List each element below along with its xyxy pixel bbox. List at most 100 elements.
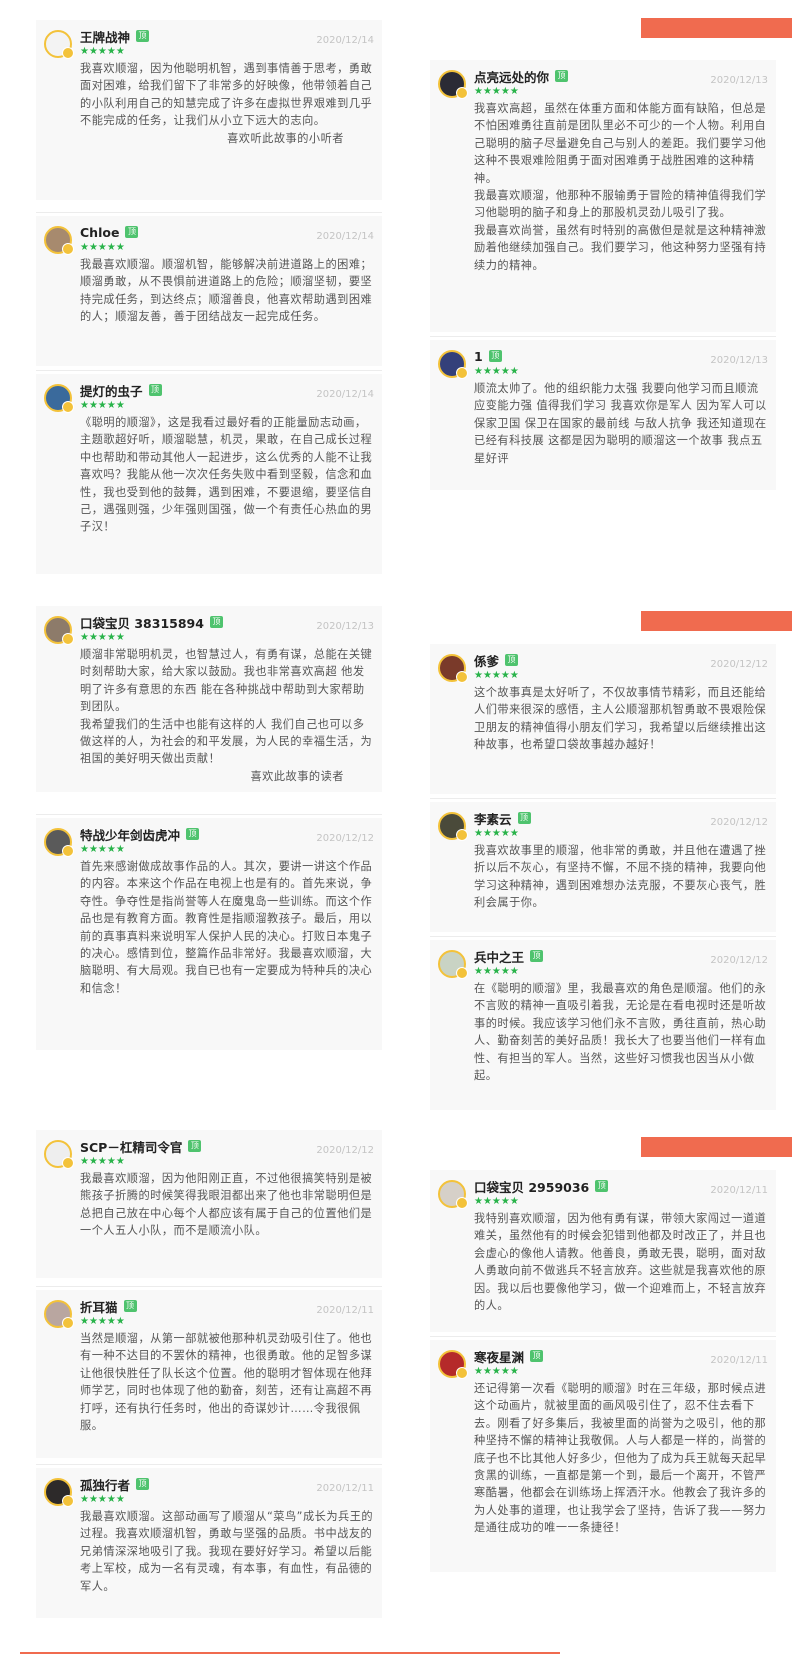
vip-icon: [456, 671, 468, 683]
username[interactable]: 1: [474, 349, 483, 364]
username[interactable]: 提灯的虫子: [80, 381, 143, 400]
review-text: 我最喜欢顺溜，因为他阳刚正直，不过他很搞笑特别是被熊孩子折腾的时候笑得我眼泪都出…: [80, 1172, 373, 1238]
avatar[interactable]: [438, 1350, 468, 1379]
avatar[interactable]: [438, 950, 468, 979]
accent-bar-3: [641, 1137, 792, 1157]
username[interactable]: Chloe: [80, 225, 119, 240]
star-rating: ★★★★★: [474, 966, 519, 977]
review-date: 2020/12/12: [316, 832, 374, 844]
avatar[interactable]: [44, 1478, 74, 1507]
review-date: 2020/12/12: [710, 658, 768, 670]
star-rating: ★★★★★: [474, 1366, 519, 1377]
review-text: 首先来感谢做成故事作品的人。其次，要讲一讲这个作品的内容。本来这个作品在电视上也…: [80, 860, 373, 995]
badge: 顶: [517, 812, 531, 824]
star-rating: ★★★★★: [80, 242, 125, 253]
divider: [36, 370, 382, 371]
review-card: Chloe 顶 2020/12/14 ★★★★★ 我最喜欢顺溜。顺溜机智，能够解…: [36, 216, 382, 366]
review-date: 2020/12/14: [316, 230, 374, 242]
review-text: 我喜欢顺溜，因为他聪明机智，遇到事情善于思考，勇敢面对困难，给我们留下了非常多的…: [80, 60, 374, 147]
avatar[interactable]: [44, 1140, 74, 1169]
review-date: 2020/12/13: [316, 620, 374, 632]
review-card: 点亮远处的你 顶 2020/12/13 ★★★★★ 我喜欢高超，虽然在体重方面和…: [430, 60, 776, 332]
vip-icon: [62, 633, 74, 645]
username[interactable]: 特战少年剑齿虎冲: [80, 825, 180, 844]
username[interactable]: SCP－杠精司令官: [80, 1137, 182, 1156]
avatar[interactable]: [438, 350, 468, 379]
username[interactable]: 孤独行者: [80, 1475, 130, 1494]
review-text: 还记得第一次看《聪明的顺溜》时在三年级，那时候点进这个动画片，就被里面的画风吸引…: [474, 1382, 767, 1535]
avatar[interactable]: [44, 384, 74, 413]
avatar[interactable]: [438, 654, 468, 683]
review-text: 当然是顺溜，从第一部就被他那种机灵劲吸引住了。他也有一种不达目的不罢休的精神，也…: [80, 1332, 373, 1433]
vip-icon: [456, 367, 468, 379]
badge: 顶: [555, 70, 569, 82]
review-card: 孤独行者 顶 2020/12/11 ★★★★★ 我最喜欢顺溜。这部动画写了顺溜从…: [36, 1468, 382, 1618]
username[interactable]: 係爹: [474, 651, 499, 670]
review-date: 2020/12/11: [710, 1184, 768, 1196]
review-date: 2020/12/11: [316, 1304, 374, 1316]
review-text: 我喜欢故事里的顺溜，他非常的勇敢，并且他在遭遇了挫折以后不灰心，有坚持不懈，不屈…: [474, 844, 767, 910]
username[interactable]: 兵中之王: [474, 947, 524, 966]
badge: 顶: [136, 30, 150, 42]
vip-icon: [62, 47, 74, 59]
vip-icon: [62, 1495, 74, 1507]
review-card: 口袋宝贝 38315894 顶 2020/12/13 ★★★★★ 顺溜非常聪明机…: [36, 606, 382, 792]
badge: 顶: [530, 950, 544, 962]
username[interactable]: 寒夜星渊: [474, 1347, 524, 1366]
review-card: 李素云 顶 2020/12/12 ★★★★★ 我喜欢故事里的顺溜，他非常的勇敢，…: [430, 802, 776, 932]
review-signature: 喜欢此故事的读者: [250, 769, 344, 783]
vip-icon: [456, 829, 468, 841]
vip-icon: [62, 243, 74, 255]
review-text: 我特别喜欢顺溜，因为他有勇有谋，带领大家闯过一道道难关，虽然他有的时候会犯错到他…: [474, 1212, 767, 1313]
review-card: 寒夜星渊 顶 2020/12/11 ★★★★★ 还记得第一次看《聪明的顺溜》时在…: [430, 1340, 776, 1572]
badge: 顶: [148, 384, 162, 396]
username[interactable]: 王牌战神: [80, 27, 130, 46]
star-rating: ★★★★★: [474, 1196, 519, 1207]
review-card: 口袋宝贝 2959036 顶 2020/12/11 ★★★★★ 我特别喜欢顺溜，…: [430, 1170, 776, 1332]
review-card: 係爹 顶 2020/12/12 ★★★★★ 这个故事真是太好听了，不仅故事情节精…: [430, 644, 776, 794]
divider: [36, 814, 382, 815]
star-rating: ★★★★★: [80, 46, 125, 57]
avatar[interactable]: [44, 616, 74, 645]
badge: 顶: [530, 1350, 544, 1362]
avatar[interactable]: [44, 1300, 74, 1329]
review-card: 提灯的虫子 顶 2020/12/14 ★★★★★ 《聪明的顺溜》，这是我看过最好…: [36, 374, 382, 574]
badge: 顶: [488, 350, 502, 362]
review-card: SCP－杠精司令官 顶 2020/12/12 ★★★★★ 我最喜欢顺溜，因为他阳…: [36, 1130, 382, 1278]
star-rating: ★★★★★: [474, 670, 519, 681]
avatar[interactable]: [438, 812, 468, 841]
review-card: 折耳猫 顶 2020/12/11 ★★★★★ 当然是顺溜，从第一部就被他那种机灵…: [36, 1290, 382, 1458]
vip-icon: [62, 1317, 74, 1329]
vip-icon: [62, 1157, 74, 1169]
review-date: 2020/12/14: [316, 34, 374, 46]
review-text: 顺流太帅了。他的组织能力太强 我要向他学习而且顺流应变能力强 值得我们学习 我喜…: [474, 382, 767, 465]
avatar[interactable]: [438, 1180, 468, 1209]
avatar[interactable]: [44, 226, 74, 255]
review-date: 2020/12/12: [710, 954, 768, 966]
accent-bar-2: [641, 611, 792, 631]
review-date: 2020/12/11: [710, 1354, 768, 1366]
divider: [430, 936, 776, 937]
username[interactable]: 口袋宝贝 2959036: [474, 1177, 589, 1196]
review-date: 2020/12/11: [316, 1482, 374, 1494]
vip-icon: [62, 401, 74, 413]
star-rating: ★★★★★: [474, 828, 519, 839]
username[interactable]: 点亮远处的你: [474, 67, 549, 86]
review-card: 兵中之王 顶 2020/12/12 ★★★★★ 在《聪明的顺溜》里，我最喜欢的角…: [430, 940, 776, 1110]
badge: 顶: [595, 1180, 609, 1192]
accent-bar-1: [641, 18, 792, 38]
review-text: 《聪明的顺溜》，这是我看过最好看的正能量励志动画，主题歌超好听，顺溜聪慧，机灵，…: [80, 416, 373, 534]
vip-icon: [62, 845, 74, 857]
review-signature: 喜欢听此故事的小听者: [227, 131, 344, 145]
username[interactable]: 李素云: [474, 809, 512, 828]
vip-icon: [456, 1367, 468, 1379]
review-text: 我最喜欢顺溜。这部动画写了顺溜从“菜鸟”成长为兵王的过程。我喜欢顺溜机智，勇敢与…: [80, 1510, 374, 1593]
star-rating: ★★★★★: [80, 632, 125, 643]
avatar[interactable]: [44, 828, 74, 857]
avatar[interactable]: [44, 30, 74, 59]
username[interactable]: 折耳猫: [80, 1297, 118, 1316]
badge: 顶: [125, 226, 139, 238]
avatar[interactable]: [438, 70, 468, 99]
review-text: 我最喜欢顺溜。顺溜机智，能够解决前进道路上的困难；顺溜勇敢，从不畏惧前进道路上的…: [80, 258, 373, 324]
username[interactable]: 口袋宝贝 38315894: [80, 613, 204, 632]
